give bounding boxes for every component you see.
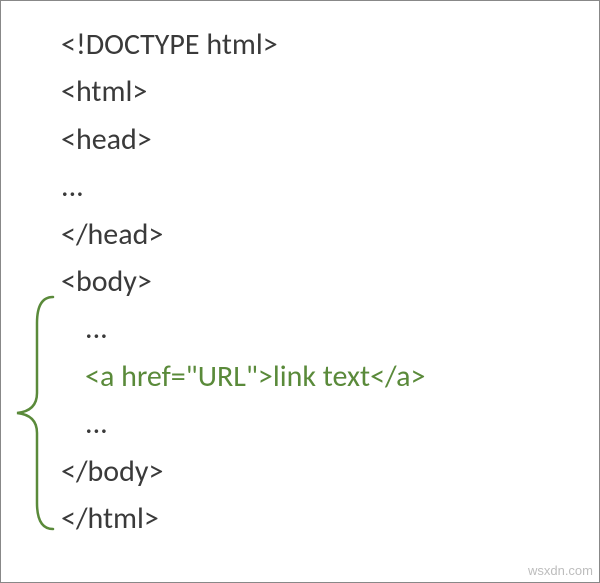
html-code-example: <!DOCTYPE html> <html> <head> ... </head… <box>61 21 425 542</box>
code-line-doctype: <!DOCTYPE html> <box>61 21 425 68</box>
code-line-body-ellipsis-2: ... <box>61 400 425 447</box>
code-line-html-close: </html> <box>61 495 425 542</box>
code-line-head-ellipsis: ... <box>61 163 425 210</box>
code-line-body-close: </body> <box>61 448 425 495</box>
code-line-anchor-tag: <a href="URL">link text</a> <box>61 353 425 400</box>
code-line-html-open: <html> <box>61 68 425 115</box>
code-line-head-open: <head> <box>61 116 425 163</box>
curly-brace-icon <box>9 293 57 533</box>
code-line-head-close: </head> <box>61 211 425 258</box>
code-line-body-open: <body> <box>61 258 425 305</box>
code-line-body-ellipsis-1: ... <box>61 305 425 352</box>
watermark-text: wsxdn.com <box>528 563 593 578</box>
